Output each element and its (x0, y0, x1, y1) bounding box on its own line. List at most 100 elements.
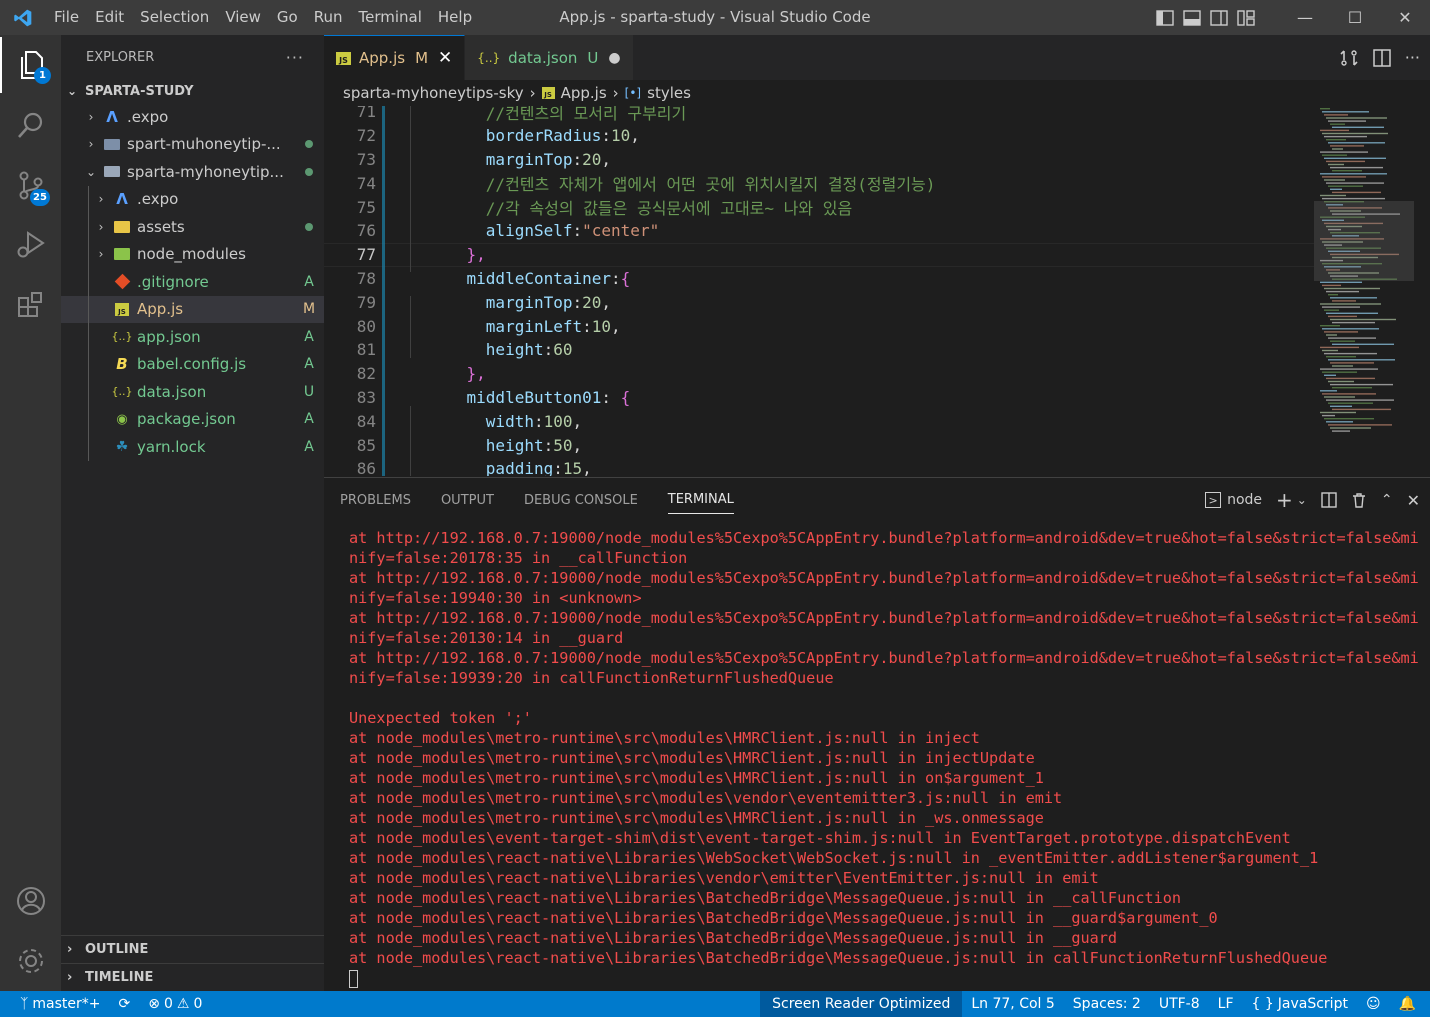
end-of-line[interactable]: LF (1209, 991, 1243, 1017)
indent-guide (88, 185, 89, 213)
line-number: 78 (356, 268, 376, 288)
close-tab-icon[interactable]: ✕ (438, 48, 452, 68)
minimap-line (1322, 132, 1388, 135)
accounts-icon[interactable] (0, 873, 61, 929)
indentation[interactable]: Spaces: 2 (1064, 991, 1150, 1017)
outline-section[interactable]: › OUTLINE (61, 935, 324, 963)
tab-app-js[interactable]: JS App.js M ✕ (324, 35, 466, 80)
folder-icon (101, 135, 123, 153)
encoding[interactable]: UTF-8 (1150, 991, 1209, 1017)
toggle-primary-sidebar-icon[interactable] (1156, 9, 1174, 26)
minimap-line (1328, 380, 1354, 383)
workspace-root[interactable]: ⌄ SPARTA-STUDY (61, 79, 324, 103)
customize-layout-icon[interactable] (1237, 9, 1255, 26)
panel-tab-terminal[interactable]: TERMINAL (667, 486, 734, 514)
tree-item[interactable]: JS App.js M (61, 295, 324, 323)
breadcrumb-symbol[interactable]: styles (647, 84, 691, 102)
tree-item[interactable]: Bbabel.config.js A (61, 350, 324, 378)
tree-item[interactable]: › Λ .expo (61, 185, 324, 213)
menu-item-edit[interactable]: Edit (87, 0, 132, 35)
menu-item-help[interactable]: Help (430, 0, 480, 35)
panel-tab-debug-console[interactable]: DEBUG CONSOLE (524, 487, 638, 514)
screen-reader-mode[interactable]: Screen Reader Optimized (760, 991, 963, 1017)
minimap-slider[interactable] (1314, 201, 1414, 281)
breadcrumb-folder[interactable]: sparta-myhoneytips-sky (343, 84, 524, 102)
minimap[interactable] (1314, 106, 1430, 476)
feedback-icon[interactable]: ☺ (1357, 991, 1390, 1017)
minimap-line (1320, 108, 1330, 110)
compare-changes-icon[interactable] (1339, 48, 1359, 68)
tree-item[interactable]: ☘ yarn.lock A (61, 433, 324, 461)
trash-icon[interactable] (1351, 492, 1367, 508)
js-file-icon: JS (541, 87, 555, 99)
close-panel-icon[interactable]: ✕ (1407, 491, 1420, 510)
terminal-line: at node_modules\react-native\Libraries\B… (349, 909, 1218, 927)
minimap-line (1330, 318, 1396, 321)
tree-item[interactable]: .gitignore A (61, 268, 324, 296)
menu-item-terminal[interactable]: Terminal (351, 0, 430, 35)
panel-tab-output[interactable]: OUTPUT (441, 487, 494, 514)
panel-tab-problems[interactable]: PROBLEMS (340, 487, 411, 514)
menu-item-go[interactable]: Go (269, 0, 306, 35)
terminal-shell-icon[interactable]: > (1205, 492, 1222, 508)
split-editor-icon[interactable] (1372, 48, 1391, 67)
toggle-secondary-sidebar-icon[interactable] (1210, 9, 1228, 26)
tree-item[interactable]: ⌄ sparta-myhoneytip... (61, 158, 324, 186)
indent-guide (88, 268, 89, 296)
problems-indicator[interactable]: ⊗ 0 ⚠ 0 (139, 991, 211, 1017)
more-actions-icon[interactable]: ··· (286, 48, 304, 67)
tree-item[interactable]: › Λ .expo (61, 103, 324, 131)
extensions-icon[interactable] (0, 277, 61, 333)
tree-item[interactable]: › node_modules (61, 240, 324, 268)
close-window-icon[interactable]: ✕ (1380, 0, 1430, 35)
tree-item[interactable]: {..} app.json A (61, 323, 324, 351)
settings-gear-icon[interactable] (0, 933, 61, 989)
maximize-icon[interactable]: ☐ (1330, 0, 1380, 35)
menu-item-view[interactable]: View (217, 0, 269, 35)
new-terminal-icon[interactable]: + (1276, 488, 1293, 512)
cursor-position[interactable]: Ln 77, Col 5 (962, 991, 1063, 1017)
tab-status: U (587, 48, 599, 67)
timeline-section[interactable]: › TIMELINE (61, 963, 324, 991)
terminal-output[interactable]: at http://192.168.0.7:19000/node_modules… (349, 528, 1419, 988)
tree-item[interactable]: {..} data.json U (61, 378, 324, 406)
unsaved-dot-icon[interactable]: ● (608, 50, 620, 66)
minimap-line (1328, 120, 1366, 122)
minimap-line (1332, 408, 1391, 411)
run-debug-icon[interactable] (0, 217, 61, 273)
breadcrumb-file[interactable]: App.js (561, 84, 607, 102)
search-icon[interactable] (0, 97, 61, 153)
chevron-down-icon[interactable]: ⌄ (1297, 493, 1307, 507)
folder-open-icon (101, 163, 123, 181)
more-actions-icon[interactable]: ··· (1405, 48, 1420, 67)
split-terminal-icon[interactable] (1321, 492, 1337, 508)
code-editor[interactable]: 71 //컨텐츠의 모서리 구부리기 72 borderRadius:10, 73 … (324, 106, 1430, 476)
outline-label: OUTLINE (85, 942, 149, 957)
notifications-bell-icon[interactable]: 🔔 (1390, 991, 1430, 1017)
symbol-object-icon: [•] (624, 86, 642, 100)
branch-indicator[interactable]: ᛉ master*+ (0, 991, 110, 1017)
tree-item[interactable]: › spart-muhoneytip-... (61, 131, 324, 159)
source-control-icon[interactable]: 25 (0, 157, 61, 213)
menu-item-file[interactable]: File (46, 0, 87, 35)
terminal-prompt[interactable] (349, 968, 1419, 988)
terminal-shell-name[interactable]: node (1227, 492, 1262, 508)
terminal-line: at node_modules\metro-runtime\src\module… (349, 729, 980, 747)
tree-item[interactable]: › assets (61, 213, 324, 241)
code-line: 86 padding:15, (324, 457, 1314, 476)
minimap-line (1326, 399, 1394, 401)
language-mode[interactable]: { } JavaScript (1243, 991, 1357, 1017)
menu-item-selection[interactable]: Selection (132, 0, 217, 35)
code-line: 77 }, (324, 242, 1314, 267)
sync-icon[interactable]: ⟳ (110, 991, 140, 1017)
minimize-icon[interactable]: — (1280, 0, 1330, 35)
code-text: height:50, (485, 435, 583, 455)
tree-item[interactable]: ◉ package.json A (61, 405, 324, 433)
git-status-dot (294, 164, 324, 180)
toggle-panel-icon[interactable] (1183, 9, 1201, 26)
maximize-panel-icon[interactable]: ⌃ (1381, 492, 1393, 508)
tab-data-json[interactable]: {..} data.json U ● (465, 35, 634, 80)
minimap-line (1322, 197, 1385, 200)
menu-item-run[interactable]: Run (306, 0, 351, 35)
explorer-icon[interactable]: 1 (0, 37, 61, 93)
